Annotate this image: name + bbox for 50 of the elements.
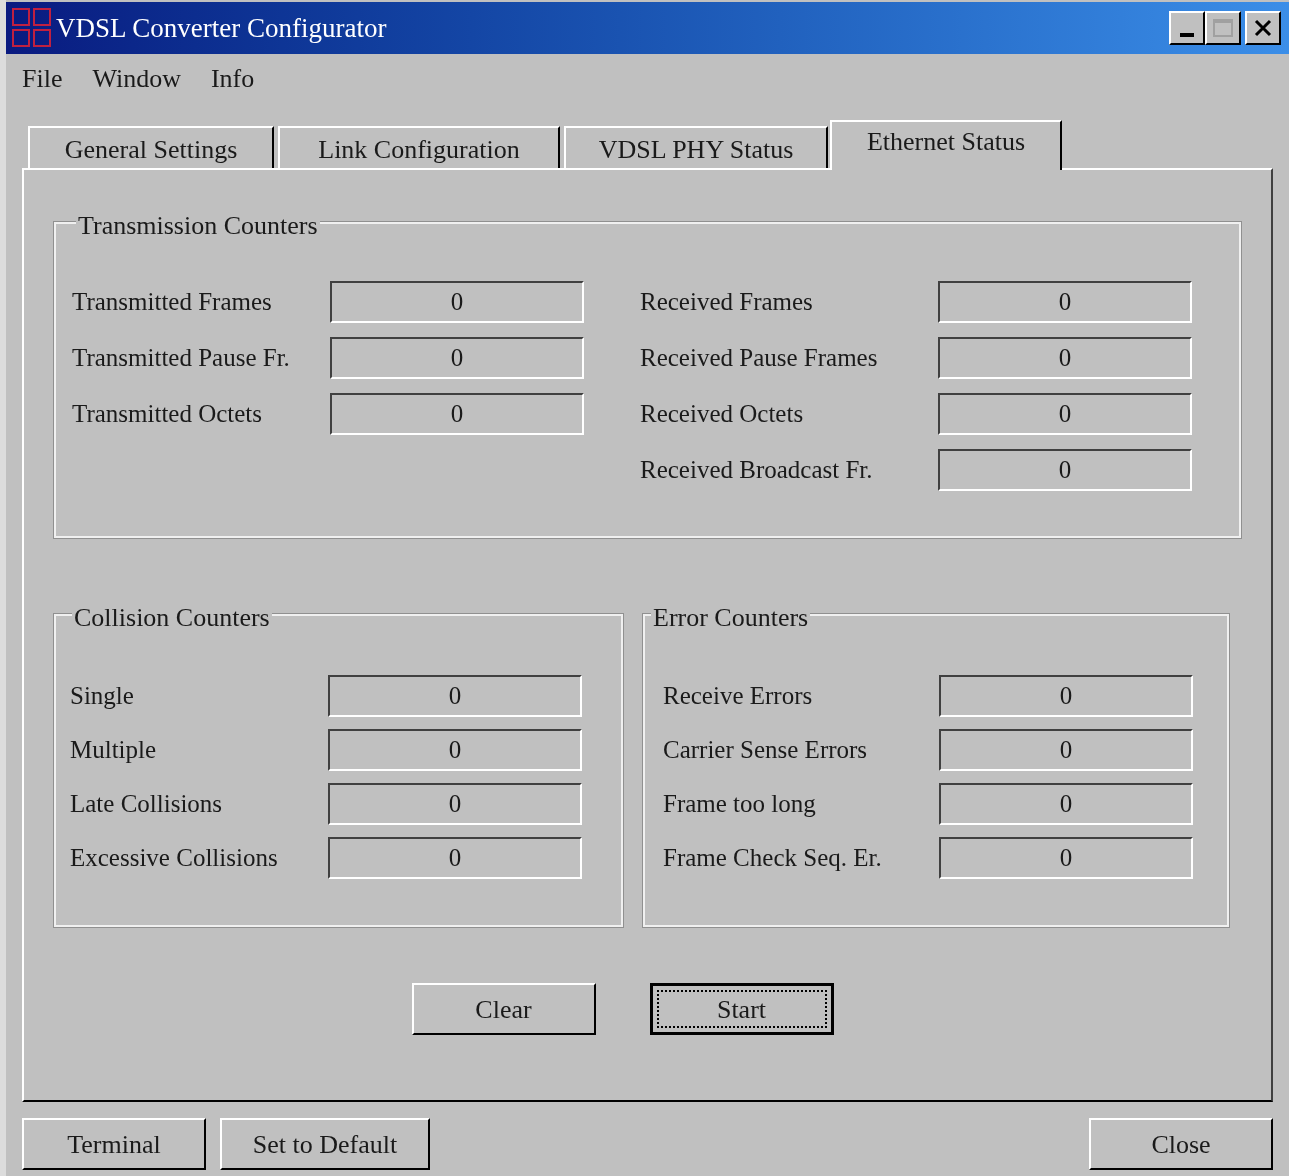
counter-field: 0 [328,837,582,879]
counter-field: 0 [328,783,582,825]
counter-field: 0 [939,837,1193,879]
counter-field: 0 [330,393,584,435]
counter-field: 0 [938,393,1192,435]
close-icon [1254,19,1272,37]
field-label: Receive Errors [663,681,814,712]
field-label: Received Broadcast Fr. [640,455,874,486]
app-icon [12,8,52,48]
field-label: Transmitted Octets [72,399,264,430]
minimize-icon [1180,33,1194,37]
field-label: Carrier Sense Errors [663,735,869,766]
footer-button[interactable]: Terminal [22,1118,206,1170]
action-button[interactable]: Clear [411,983,596,1035]
tab[interactable]: General Settings [28,126,274,168]
field-label: Frame too long [663,789,817,820]
counter-field: 0 [328,729,582,771]
tab[interactable]: VDSL PHY Status [564,126,828,168]
counter-field: 0 [939,729,1193,771]
maximize-button[interactable] [1205,11,1241,45]
minimize-button[interactable] [1169,11,1205,45]
action-button[interactable]: Start [649,983,834,1035]
footer-button[interactable]: Set to Default [220,1118,430,1170]
menu-item[interactable]: Info [210,58,255,98]
maximize-icon [1213,19,1233,37]
window-title: VDSL Converter Configurator [56,11,387,45]
counter-field: 0 [939,783,1193,825]
counter-field: 0 [938,449,1192,491]
field-label: Single [70,681,135,712]
field-label: Excessive Collisions [70,843,279,874]
menu-item[interactable]: Window [92,58,181,98]
counter-field: 0 [938,337,1192,379]
tab[interactable]: Ethernet Status [830,120,1062,170]
field-label: Frame Check Seq. Er. [663,843,883,874]
counter-field: 0 [328,675,582,717]
field-label: Received Pause Frames [640,343,879,374]
field-label: Transmitted Frames [72,287,273,318]
counter-field: 0 [330,337,584,379]
counter-field: 0 [330,281,584,323]
field-label: Transmitted Pause Fr. [72,343,291,374]
field-label: Late Collisions [70,789,224,820]
field-label: Received Frames [640,287,814,318]
field-label: Multiple [70,735,158,766]
close-button[interactable] [1245,11,1281,45]
field-label: Received Octets [640,399,805,430]
counter-field: 0 [938,281,1192,323]
footer-button[interactable]: Close [1089,1118,1273,1170]
counter-field: 0 [939,675,1193,717]
menu-item[interactable]: File [22,58,63,98]
tab[interactable]: Link Configuration [278,126,560,168]
